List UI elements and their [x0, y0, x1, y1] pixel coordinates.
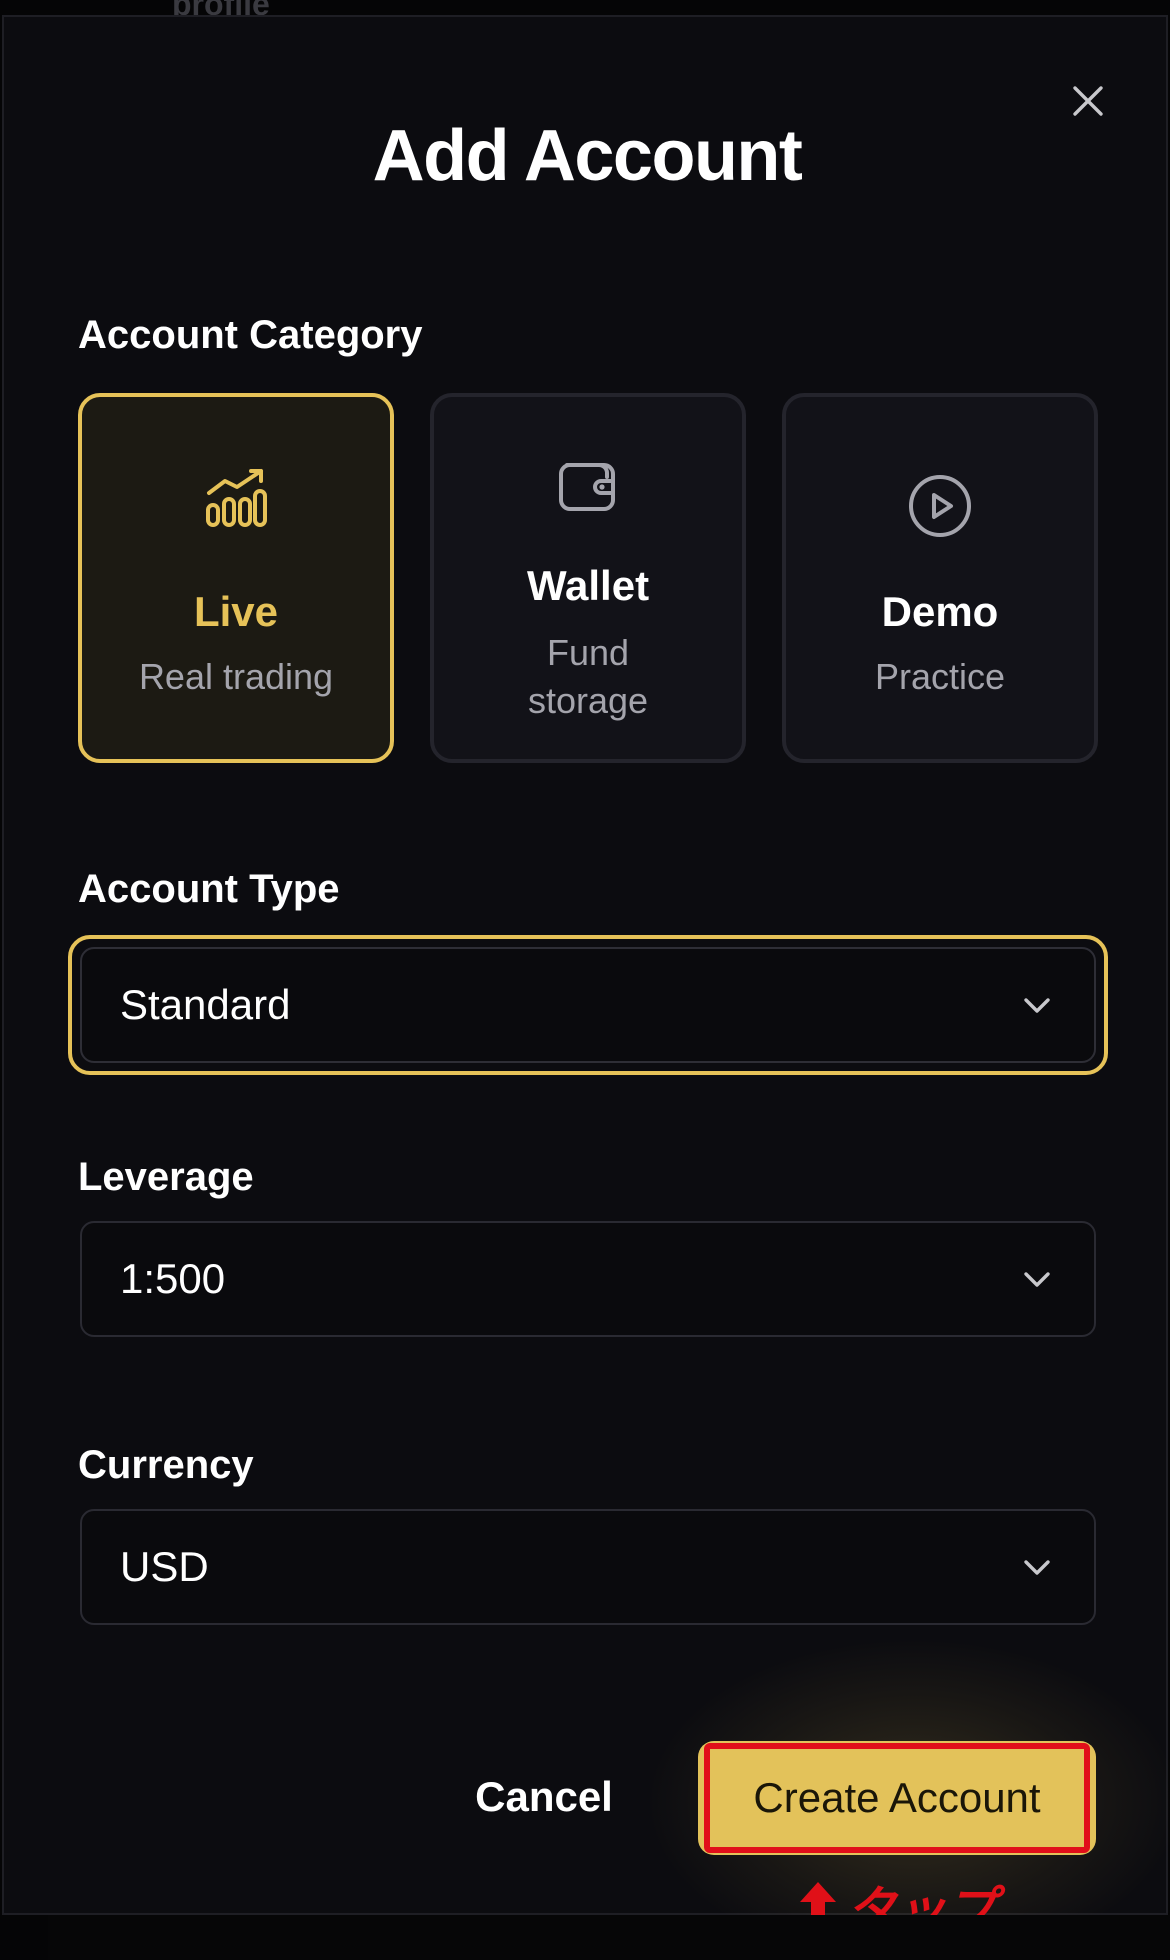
category-name-live: Live — [193, 588, 279, 635]
wallet-icon — [559, 463, 615, 511]
category-name-wallet: Wallet — [526, 562, 650, 609]
modal-title: Add Account — [372, 116, 803, 196]
account-type-value: Standard — [120, 981, 291, 1028]
cancel-button[interactable]: Cancel — [454, 1757, 634, 1837]
play-circle-icon — [909, 475, 971, 537]
currency-label: Currency — [78, 1443, 254, 1487]
account-type-select[interactable]: Standard — [80, 947, 1096, 1063]
currency-select[interactable]: USD — [80, 1509, 1096, 1625]
account-type-label: Account Type — [78, 867, 340, 911]
category-name-demo: Demo — [881, 588, 999, 635]
leverage-label: Leverage — [78, 1155, 254, 1199]
currency-value: USD — [120, 1543, 209, 1590]
category-card-live[interactable]: Live Real trading — [78, 393, 394, 763]
category-desc-live: Real trading — [138, 656, 334, 697]
category-card-wallet[interactable]: Wallet Fund storage — [430, 393, 746, 763]
create-account-button[interactable]: Create Account — [698, 1741, 1096, 1855]
screen: profile Add Account Account Category Liv… — [0, 0, 1170, 1960]
chevron-down-icon — [1024, 1272, 1050, 1287]
category-desc-demo: Practice — [874, 656, 1006, 697]
category-card-demo[interactable]: Demo Practice — [782, 393, 1098, 763]
chart-growth-icon — [206, 469, 267, 527]
chevron-down-icon — [1024, 1560, 1050, 1575]
leverage-select[interactable]: 1:500 — [80, 1221, 1096, 1337]
chevron-down-icon — [1024, 998, 1050, 1013]
leverage-value: 1:500 — [120, 1255, 226, 1302]
add-account-modal: Add Account Account Category Live Real t… — [2, 15, 1170, 1960]
category-desc-wallet-line2: storage — [527, 680, 649, 721]
account-category-label: Account Category — [78, 313, 423, 357]
bottom-background — [48, 1915, 1170, 1960]
category-desc-wallet-line1: Fund — [546, 632, 630, 673]
